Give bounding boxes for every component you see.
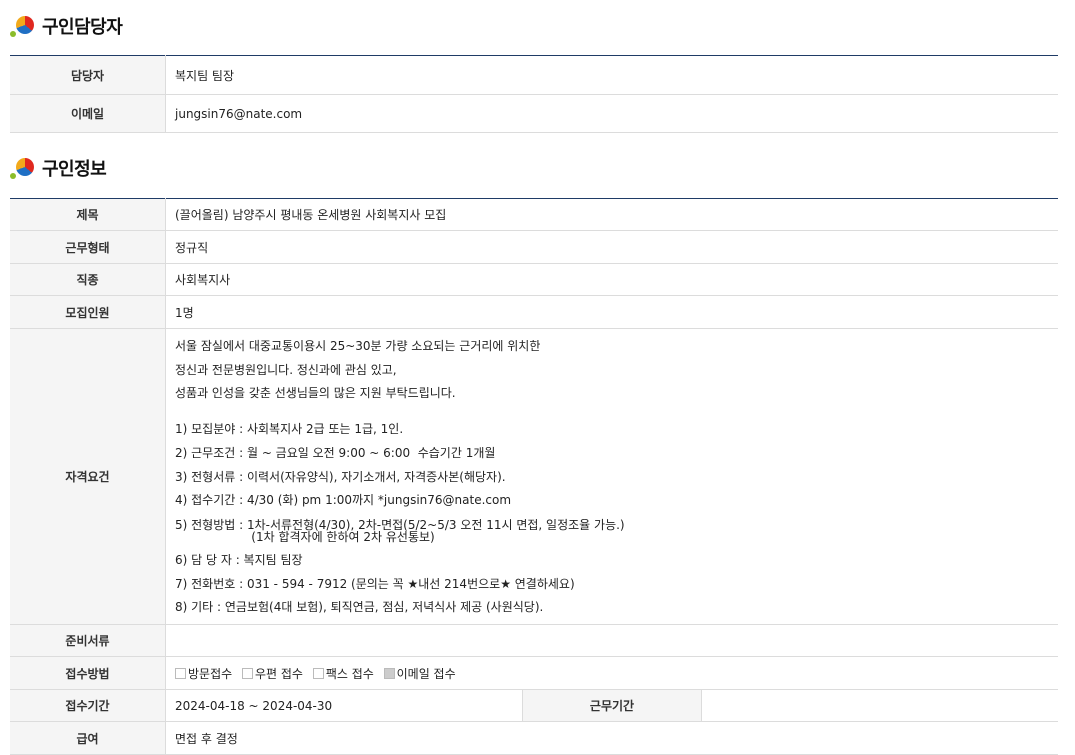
table-row: 자격요건 서울 잠실에서 대중교통이용시 25~30분 가량 소요되는 근거리에… xyxy=(10,328,1058,626)
method-post: 우편 접수 xyxy=(242,667,303,681)
qual-line: 2) 근무조건 : 월 ~ 금요일 오전 9:00 ~ 6:00 수습기간 1개… xyxy=(175,445,496,460)
qual-line: 1) 모집분야 : 사회복지사 2급 또는 1급, 1인. xyxy=(175,422,404,437)
fax-checkbox[interactable] xyxy=(312,667,324,679)
table-row: 이메일 jungsin76@nate.com xyxy=(10,94,1058,133)
logo-icon xyxy=(10,13,36,39)
table-row: 담당자 복지팀 팀장 xyxy=(10,55,1058,95)
page: { "contact": { "title": "구인담당자", "rows":… xyxy=(0,0,1075,755)
qual-line: 8) 기타 : 연금보험(4대 보험), 퇴직연금, 점심, 저녁식사 제공 (… xyxy=(175,600,544,615)
method-visit-label: 방문접수 xyxy=(188,666,233,681)
qualification-text: 서울 잠실에서 대중교통이용시 25~30분 가량 소요되는 근거리에 위치한 … xyxy=(166,329,1058,624)
method-label: 접수방법 xyxy=(10,656,166,691)
jobtype-label: 직종 xyxy=(10,263,166,296)
contact-section-title: 구인담당자 xyxy=(10,11,123,41)
method-post-label: 우편 접수 xyxy=(255,666,303,681)
subject-label: 제목 xyxy=(10,198,166,231)
post-checkbox[interactable] xyxy=(242,667,253,679)
table-row: 접수기간 2024-04-18 ~ 2024-04-30 근무기간 xyxy=(10,689,1058,723)
contact-title-text: 구인담당자 xyxy=(42,17,123,38)
qual-gap xyxy=(175,406,1058,418)
qual-line: 3) 전형서류 : 이력서(자유양식), 자기소개서, 자격증사본(해당자). xyxy=(175,469,506,484)
headcount-value: 1명 xyxy=(165,295,1058,329)
worktype-label: 근무형태 xyxy=(10,230,166,264)
salary-label: 급여 xyxy=(10,721,166,755)
method-email: 이메일 접수 xyxy=(383,666,456,681)
contact-name-value: 복지팀 팀장 xyxy=(165,55,1058,95)
qual-line: 서울 잠실에서 대중교통이용시 25~30분 가량 소요되는 근거리에 위치한 xyxy=(175,339,541,353)
qual-line: 4) 접수기간 : 4/30 (화) pm 1:00까지 *jungsin76@… xyxy=(175,493,512,508)
table-row: 모집인원 1명 xyxy=(10,295,1058,329)
docs-value xyxy=(165,624,1058,658)
qual-line-5b: (1차 합격자에 한하여 2차 유선통보) xyxy=(175,529,435,544)
email-checkbox[interactable] xyxy=(383,667,395,679)
job-table: 제목 (끌어올림) 남양주시 평내동 온세병원 사회복지사 모집 근무형태 정규… xyxy=(10,198,1058,755)
visit-checkbox[interactable] xyxy=(175,667,186,679)
method-fax: 팩스 접수 xyxy=(312,666,374,681)
table-row: 근무형태 정규직 xyxy=(10,230,1058,264)
qual-line: 성품과 인성을 갖춘 선생님들의 많은 지원 부탁드립니다. xyxy=(175,386,456,401)
table-row: 접수방법 방문접수 우편 접수 팩스 접수 이메일 접수 xyxy=(10,656,1058,691)
qual-line: 5) 전형방법 : 1차-서류전형(4/30), 2차-면접(5/2~5/3 오… xyxy=(175,513,1058,549)
jobtype-value: 사회복지사 xyxy=(165,263,1058,296)
contact-email-label: 이메일 xyxy=(10,94,166,133)
docs-label: 준비서류 xyxy=(10,624,166,658)
qual-line: 6) 담 당 자 : 복지팀 팀장 xyxy=(175,552,303,567)
logo-icon xyxy=(10,155,36,181)
contact-email-value: jungsin76@nate.com xyxy=(165,94,1058,133)
method-value: 방문접수 우편 접수 팩스 접수 이메일 접수 xyxy=(165,656,1058,691)
qualification-label: 자격요건 xyxy=(10,328,166,626)
method-email-label: 이메일 접수 xyxy=(396,666,456,681)
table-row: 제목 (끌어올림) 남양주시 평내동 온세병원 사회복지사 모집 xyxy=(10,198,1058,231)
period-value: 2024-04-18 ~ 2024-04-30 xyxy=(165,689,523,723)
salary-value: 면접 후 결정 xyxy=(165,721,1058,755)
method-visit: 방문접수 xyxy=(175,667,232,681)
workperiod-label: 근무기간 xyxy=(522,689,702,723)
job-section-title: 구인정보 xyxy=(10,153,107,183)
workperiod-value xyxy=(701,689,1058,723)
worktype-value: 정규직 xyxy=(165,230,1058,264)
table-row: 준비서류 xyxy=(10,624,1058,658)
subject-value: (끌어올림) 남양주시 평내동 온세병원 사회복지사 모집 xyxy=(165,198,1058,231)
method-fax-label: 팩스 접수 xyxy=(325,666,374,681)
job-title-text: 구인정보 xyxy=(42,159,107,180)
qual-line: 정신과 전문병원입니다. 정신과에 관심 있고, xyxy=(175,362,397,377)
qualification-value: 서울 잠실에서 대중교통이용시 25~30분 가량 소요되는 근거리에 위치한 … xyxy=(165,328,1058,626)
table-row: 급여 면접 후 결정 xyxy=(10,721,1058,755)
period-label: 접수기간 xyxy=(10,689,166,723)
headcount-label: 모집인원 xyxy=(10,295,166,329)
qual-line: 7) 전화번호 : 031 - 594 - 7912 (문의는 꼭 ★내선 21… xyxy=(175,576,575,591)
contact-table: 담당자 복지팀 팀장 이메일 jungsin76@nate.com xyxy=(10,55,1058,133)
table-row: 직종 사회복지사 xyxy=(10,263,1058,296)
contact-name-label: 담당자 xyxy=(10,55,166,95)
